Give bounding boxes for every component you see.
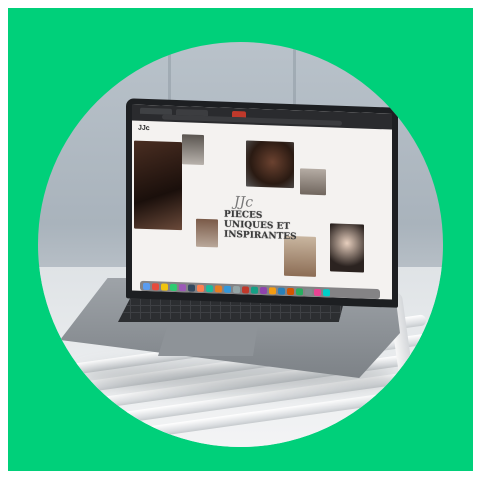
dock-app-icon <box>314 288 321 296</box>
dock-app-icon <box>296 287 303 295</box>
dock-app-icon <box>323 288 330 296</box>
portrait-photo <box>182 134 204 165</box>
portrait-photo <box>300 168 326 196</box>
dock-app-icon <box>197 284 204 292</box>
macos-dock <box>140 280 380 300</box>
photo-circle: JJc JJc PIECES UNIQUES ET INSPIRANTES <box>38 42 443 447</box>
laptop-trackpad <box>158 324 258 356</box>
portrait-photo <box>134 140 182 231</box>
dock-app-icon <box>206 284 213 292</box>
dock-app-icon <box>260 286 267 294</box>
dock-app-icon <box>242 285 249 294</box>
dock-app-icon <box>161 282 168 291</box>
laptop-screen: JJc JJc PIECES UNIQUES ET INSPIRANTES <box>132 104 392 300</box>
dock-app-icon <box>188 283 195 292</box>
brand-mark: JJc <box>234 194 254 211</box>
dock-app-icon <box>305 288 312 296</box>
dock-app-icon <box>287 287 294 295</box>
portrait-photo <box>196 218 218 248</box>
dock-app-icon <box>215 284 222 293</box>
dock-app-icon <box>152 282 159 290</box>
green-background: JJc JJc PIECES UNIQUES ET INSPIRANTES <box>8 8 473 471</box>
laptop-lid: JJc JJc PIECES UNIQUES ET INSPIRANTES <box>126 98 398 308</box>
dock-app-icon <box>143 282 150 290</box>
hero-headline: PIECES UNIQUES ET INSPIRANTES <box>224 209 297 243</box>
dock-app-icon <box>224 285 231 293</box>
portrait-photo <box>246 140 294 189</box>
site-logo: JJc <box>138 124 150 133</box>
portrait-photo <box>330 223 364 273</box>
browser-chrome <box>132 104 392 130</box>
dock-app-icon <box>278 287 285 295</box>
dock-app-icon <box>170 283 177 291</box>
dock-app-icon <box>269 286 276 294</box>
dock-app-icon <box>251 286 258 294</box>
address-bar <box>162 114 342 126</box>
dock-app-icon <box>179 283 186 291</box>
dock-app-icon <box>233 285 240 293</box>
